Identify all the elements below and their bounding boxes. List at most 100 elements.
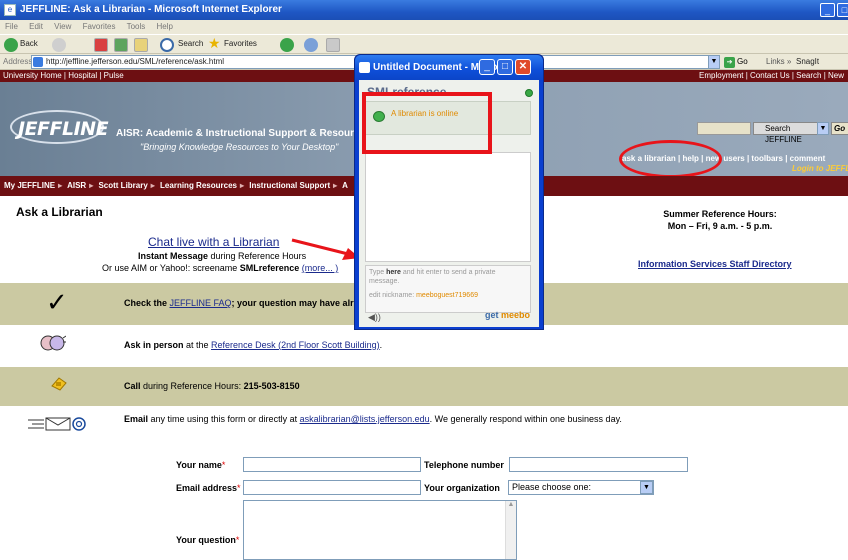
highlight-ellipse [619, 140, 722, 178]
menu-edit[interactable]: Edit [29, 22, 43, 31]
email-label-text: Email address [176, 483, 238, 493]
back-button[interactable]: Back [20, 39, 38, 48]
required-mark: * [221, 460, 226, 470]
faq-suffix: ; your question may have alread [231, 298, 370, 308]
reference-desk-link[interactable]: Reference Desk (2nd Floor Scott Building… [211, 340, 380, 350]
instant-message-text: Instant Message during Reference Hours [138, 251, 306, 261]
email-bold: Email [124, 414, 149, 424]
chat-live-link[interactable]: Chat live with a Librarian [148, 235, 279, 249]
crumb-truncated[interactable]: A [342, 181, 348, 190]
aim-screenname: SMLreference [239, 263, 300, 273]
get-meebo-link[interactable]: get meebo [485, 310, 530, 320]
in-person-mid: at the [183, 340, 212, 350]
checkmark-icon: ✓ [46, 288, 68, 318]
menu-view[interactable]: View [54, 22, 71, 31]
meebo-brand: meebo [501, 310, 531, 320]
required-mark: * [235, 535, 240, 545]
in-person-bold: Ask in person [124, 340, 184, 350]
email-text: Email any time using this form or direct… [124, 414, 622, 424]
back-arrow-icon[interactable] [4, 38, 18, 52]
instant-message-bold: Instant Message [138, 251, 209, 261]
nickname-value: meeboguest719669 [416, 292, 478, 299]
search-icon[interactable] [160, 38, 174, 52]
email-label: Email address* [176, 483, 241, 493]
question-textarea[interactable] [243, 500, 517, 560]
popup-minimize-button[interactable]: _ [479, 59, 495, 75]
jeffline-search-input[interactable] [697, 122, 751, 135]
ie-menubar: File Edit View Favorites Tools Help [0, 20, 848, 34]
login-link[interactable]: Login to JEFFLINE [792, 164, 848, 173]
email-link[interactable]: askalibrarian@lists.jefferson.edu [300, 414, 430, 424]
search-button[interactable]: Search [178, 39, 203, 48]
chevron-down-icon[interactable]: ▼ [640, 481, 653, 494]
faq-link[interactable]: JEFFLINE FAQ [170, 298, 232, 308]
forward-arrow-icon[interactable] [52, 38, 66, 52]
email-mid: any time using this form or directly at [148, 414, 300, 424]
stop-icon[interactable] [94, 38, 108, 52]
popup-highlight-box [362, 92, 492, 154]
menu-favorites[interactable]: Favorites [83, 22, 116, 31]
crumb-aisr[interactable]: AISR [67, 181, 86, 190]
summer-hours-text: Mon – Fri, 9 a.m. - 5 p.m. [667, 221, 773, 231]
crumb-scott-library[interactable]: Scott Library [98, 181, 147, 190]
faq-text: Check the JEFFLINE FAQ; your question ma… [124, 298, 369, 308]
crumb-instructional-support[interactable]: Instructional Support [249, 181, 330, 190]
organization-label: Your organization [424, 483, 500, 493]
phone-bold: Call [124, 381, 141, 391]
address-dropdown-button[interactable]: ▼ [708, 55, 720, 69]
menu-file[interactable]: File [5, 22, 18, 31]
question-scrollbar[interactable]: ▲ [505, 501, 516, 559]
mail-icon[interactable] [304, 38, 318, 52]
favorites-star-icon[interactable]: ★ [208, 35, 221, 52]
popup-maximize-button[interactable]: □ [497, 59, 513, 75]
phone-number: 215-503-8150 [243, 381, 300, 391]
snagit-button[interactable]: SnagIt [796, 57, 819, 66]
media-icon[interactable] [280, 38, 294, 52]
name-label: Your name* [176, 460, 225, 470]
refresh-icon[interactable] [114, 38, 128, 52]
search-scope-dropdown[interactable]: ▼ [817, 122, 829, 135]
email-row: Email any time using this form or direct… [0, 406, 848, 438]
jeffline-logo[interactable]: JEFFLINE [18, 118, 109, 140]
menu-tools[interactable]: Tools [127, 22, 146, 31]
links-button[interactable]: Links » [766, 57, 791, 66]
aim-prefix: Or use AIM or Yahoo!: screename [102, 263, 240, 273]
utility-links[interactable]: Employment | Contact Us | Search | New [699, 70, 844, 82]
staff-directory-link[interactable]: Information Services Staff Directory [638, 259, 792, 269]
summer-hours-heading: Summer Reference Hours: [663, 209, 777, 219]
email-input[interactable] [243, 480, 421, 495]
home-icon[interactable] [134, 38, 148, 52]
online-status-icon [525, 89, 533, 97]
favorites-button[interactable]: Favorites [224, 39, 257, 48]
popup-close-button[interactable]: ✕ [515, 59, 531, 75]
ie-window-title: JEFFLINE: Ask a Librarian - Microsoft In… [20, 4, 282, 15]
ie-maximize-button[interactable]: □ [837, 3, 848, 17]
phone-text: Call during Reference Hours: 215-503-815… [124, 381, 300, 391]
placeholder-bold: here [386, 269, 401, 276]
telephone-icon [51, 377, 67, 391]
name-input[interactable] [243, 457, 421, 472]
people-talking-icon [40, 335, 66, 351]
go-button[interactable]: Go [724, 55, 760, 69]
in-person-row: Ask in person at the Reference Desk (2nd… [0, 325, 848, 367]
aim-more-link[interactable]: (more... ) [302, 263, 339, 273]
phone-label: Telephone number [424, 460, 504, 470]
message-placeholder: Type here and hit enter to send a privat… [369, 268, 519, 286]
phone-input[interactable] [509, 457, 688, 472]
aim-line: Or use AIM or Yahoo!: screename SMLrefer… [102, 263, 338, 273]
organization-select[interactable]: Please choose one: [508, 480, 654, 495]
menu-help[interactable]: Help [157, 22, 173, 31]
university-links[interactable]: University Home | Hospital | Pulse [3, 70, 124, 82]
ie-minimize-button[interactable]: _ [820, 3, 835, 17]
name-label-text: Your name [176, 460, 222, 470]
jeffline-go-button[interactable]: Go [831, 122, 848, 135]
edit-nickname-link[interactable]: edit nickname: meeboguest719669 [369, 292, 478, 299]
red-arrow-annotation [291, 238, 360, 260]
print-icon[interactable] [326, 38, 340, 52]
speaker-icon[interactable]: ◀)) [368, 312, 381, 323]
crumb-my-jeffline[interactable]: My JEFFLINE [4, 181, 55, 190]
ie-toolbar: Back Search ★ Favorites [0, 34, 848, 54]
crumb-learning-resources[interactable]: Learning Resources [160, 181, 237, 190]
address-label: Address [3, 57, 33, 66]
question-label-text: Your question [176, 535, 236, 545]
